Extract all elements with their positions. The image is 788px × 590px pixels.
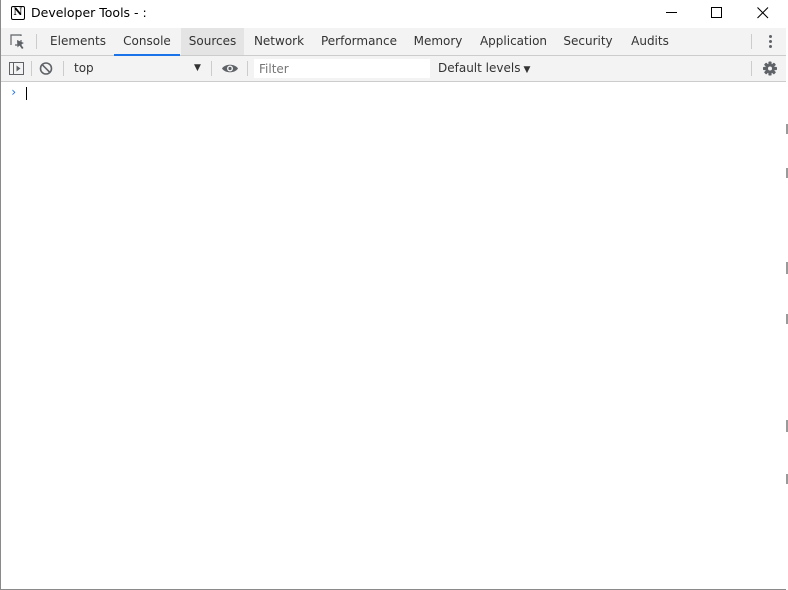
tab-audits[interactable]: Audits <box>621 28 679 55</box>
tab-sources[interactable]: Sources <box>181 28 244 55</box>
clear-console-button[interactable] <box>36 59 56 78</box>
toolbar-divider <box>63 61 64 76</box>
tab-divider <box>751 34 752 49</box>
minimize-icon <box>666 12 677 13</box>
tab-memory[interactable]: Memory <box>406 28 470 55</box>
log-levels-dropdown[interactable]: Default levels ▼ <box>432 59 536 78</box>
dropdown-arrow-icon: ▼ <box>523 65 531 75</box>
live-expression-button[interactable] <box>220 59 240 78</box>
close-icon <box>757 7 769 19</box>
inspect-icon <box>10 34 24 49</box>
inspect-element-button[interactable] <box>6 31 30 52</box>
context-value: top <box>74 61 94 75</box>
title-bar[interactable]: N Developer Tools - : <box>1 0 787 27</box>
filter-input[interactable] <box>254 59 430 78</box>
maximize-button[interactable] <box>694 0 740 27</box>
tab-network[interactable]: Network <box>246 28 312 55</box>
tab-performance[interactable]: Performance <box>314 28 404 55</box>
console-toolbar: top ▼ Default levels▼ <box>1 56 787 82</box>
close-button[interactable] <box>740 0 786 27</box>
show-sidebar-button[interactable] <box>7 59 27 78</box>
maximize-icon <box>711 7 722 18</box>
tab-application[interactable]: Application <box>472 28 555 55</box>
kebab-dot <box>769 45 772 48</box>
text-caret <box>26 87 27 100</box>
minimize-button[interactable] <box>649 0 695 27</box>
clear-console-icon <box>39 62 53 75</box>
gear-icon <box>763 61 777 76</box>
tab-elements[interactable]: Elements <box>44 28 112 55</box>
prompt-chevron-icon: › <box>10 85 18 99</box>
tab-security[interactable]: Security <box>557 28 619 55</box>
kebab-dot <box>769 35 772 38</box>
toolbar-divider <box>211 61 212 76</box>
console-prompt[interactable]: › <box>1 85 787 101</box>
toolbar-divider <box>751 61 752 76</box>
console-output-area[interactable]: › <box>1 82 787 589</box>
console-settings-button[interactable] <box>760 59 780 78</box>
devtools-window: N Developer Tools - : Elements Console S… <box>0 0 788 590</box>
eye-icon <box>222 64 238 73</box>
javascript-context-select[interactable]: top ▼ <box>67 58 207 79</box>
sidebar-toggle-icon <box>9 62 24 75</box>
panel-tab-bar: Elements Console Sources Network Perform… <box>1 28 787 56</box>
kebab-dot <box>769 40 772 43</box>
toolbar-divider <box>247 61 248 76</box>
log-levels-label: Default levels <box>438 61 521 75</box>
dropdown-arrow-icon: ▼ <box>194 63 201 73</box>
tab-console[interactable]: Console <box>114 28 180 56</box>
toolbar-divider <box>31 61 32 76</box>
tab-divider <box>36 34 37 49</box>
notion-app-icon: N <box>11 6 25 20</box>
window-title: Developer Tools - : <box>31 5 147 20</box>
more-options-button[interactable] <box>761 32 779 52</box>
